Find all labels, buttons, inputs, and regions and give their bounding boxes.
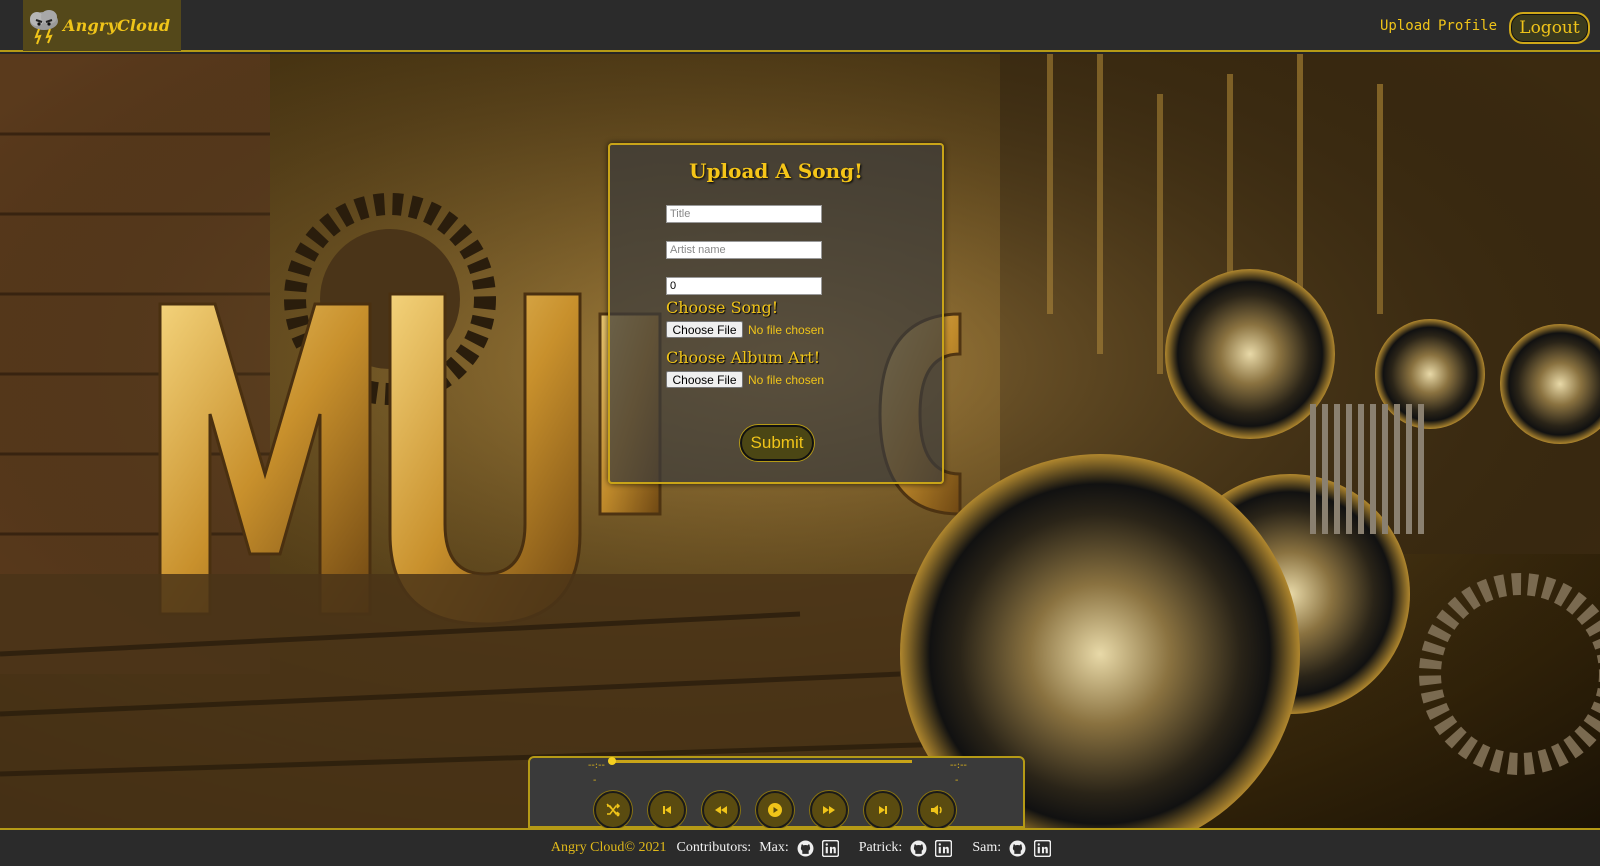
footer: Angry Cloud© 2021 Contributors: Max: Pat… bbox=[0, 828, 1600, 866]
next-icon bbox=[879, 806, 887, 814]
brand-logo-link[interactable]: AngryCloud bbox=[23, 0, 181, 51]
album-art-file-picker: Choose File No file chosen bbox=[666, 371, 824, 388]
choose-album-art-file-button[interactable]: Choose File bbox=[666, 371, 743, 388]
linkedin-icon[interactable] bbox=[1034, 839, 1052, 857]
choose-album-art-label: Choose Album Art! bbox=[666, 348, 821, 367]
volume-icon bbox=[931, 805, 942, 815]
progress-handle[interactable] bbox=[608, 757, 616, 765]
github-icon[interactable] bbox=[797, 840, 814, 857]
play-icon bbox=[768, 803, 782, 817]
footer-copyright: Angry Cloud© 2021 bbox=[550, 840, 667, 855]
song-title-input[interactable] bbox=[666, 205, 822, 223]
contributor-name: Patrick: bbox=[858, 840, 903, 855]
shuffle-button[interactable] bbox=[594, 791, 632, 829]
upload-form-title: Upload A Song! bbox=[689, 159, 863, 183]
fast-forward-icon bbox=[823, 806, 835, 814]
brand-name: AngryCloud bbox=[63, 16, 171, 35]
audio-player: --:-- - --:-- - bbox=[528, 756, 1025, 829]
current-time: --:-- bbox=[588, 760, 605, 771]
choose-song-file-button[interactable]: Choose File bbox=[666, 321, 743, 338]
progress-bar[interactable] bbox=[610, 760, 912, 763]
artist-name-input[interactable] bbox=[666, 241, 822, 259]
navbar: AngryCloud Upload Profile Logout bbox=[0, 0, 1600, 52]
album-art-file-status: No file chosen bbox=[748, 372, 825, 387]
play-button[interactable] bbox=[756, 791, 794, 829]
rewind-button[interactable] bbox=[702, 791, 740, 829]
contributor-name: Sam: bbox=[972, 840, 1002, 855]
previous-button[interactable] bbox=[648, 791, 686, 829]
duration-time: --:-- bbox=[950, 760, 967, 771]
contributor-name: Max: bbox=[759, 840, 789, 855]
linkedin-icon[interactable] bbox=[935, 839, 953, 857]
github-icon[interactable] bbox=[910, 840, 927, 857]
submit-button[interactable]: Submit bbox=[740, 425, 814, 461]
previous-icon bbox=[663, 806, 671, 814]
nav-profile-link[interactable]: Profile bbox=[1438, 18, 1497, 34]
shuffle-icon bbox=[606, 803, 621, 817]
choose-song-label: Choose Song! bbox=[666, 298, 779, 317]
next-button[interactable] bbox=[864, 791, 902, 829]
nav-upload-link[interactable]: Upload bbox=[1380, 18, 1431, 34]
song-file-status: No file chosen bbox=[748, 322, 825, 337]
volume-button[interactable] bbox=[918, 791, 956, 829]
logout-button[interactable]: Logout bbox=[1509, 12, 1590, 44]
linkedin-icon[interactable] bbox=[821, 839, 839, 857]
fast-forward-button[interactable] bbox=[810, 791, 848, 829]
rewind-icon bbox=[715, 806, 727, 814]
song-file-picker: Choose File No file chosen bbox=[666, 321, 824, 338]
number-input[interactable] bbox=[666, 277, 822, 295]
github-icon[interactable] bbox=[1009, 840, 1026, 857]
angry-cloud-logo-icon bbox=[30, 9, 58, 44]
upload-song-card: Upload A Song! Choose Song! Choose File … bbox=[608, 143, 944, 484]
footer-contributors-label: Contributors: bbox=[676, 840, 752, 855]
